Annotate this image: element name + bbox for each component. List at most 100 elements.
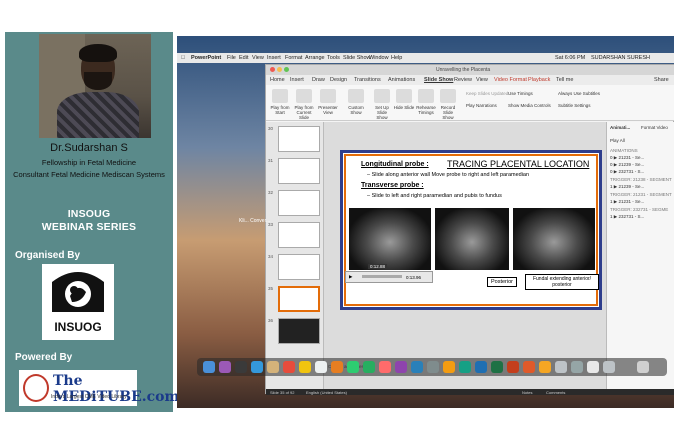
play-from-start-icon[interactable] <box>272 89 288 103</box>
presenter-view-icon[interactable] <box>320 89 336 103</box>
close-window-icon[interactable] <box>270 67 275 72</box>
tab-format-video[interactable]: Format Video <box>641 125 668 130</box>
keep-updated-checkbox[interactable]: Keep Slides Updated <box>466 91 508 96</box>
facetime-icon[interactable] <box>363 361 375 373</box>
menu-arrange[interactable]: Arrange <box>305 55 325 61</box>
finder-icon[interactable] <box>203 361 215 373</box>
menu-slide-show[interactable]: Slide Show <box>343 55 371 61</box>
animation-row[interactable]: 1 ▶ 232731 - S... <box>610 214 644 220</box>
menu-format[interactable]: Format <box>285 55 302 61</box>
tab-design[interactable]: Design <box>330 77 347 83</box>
tab-review[interactable]: Review <box>454 77 472 83</box>
minimize-window-icon[interactable] <box>277 67 282 72</box>
slide-thumbnail[interactable] <box>278 254 320 280</box>
rehearse-button[interactable]: Rehearse Timings <box>415 105 437 115</box>
show-media-controls-checkbox[interactable]: Show Media Controls <box>508 103 551 108</box>
animation-row[interactable]: 0 ▶ 21231 - Se... <box>610 155 644 161</box>
slide-thumbnail[interactable] <box>278 222 320 248</box>
menu-help[interactable]: Help <box>391 55 402 61</box>
tab-transitions[interactable]: Transitions <box>354 77 381 83</box>
photos-icon[interactable] <box>331 361 343 373</box>
calendar-icon[interactable] <box>283 361 295 373</box>
music-icon[interactable] <box>379 361 391 373</box>
hide-slide-icon[interactable] <box>396 89 412 103</box>
tab-view[interactable]: View <box>476 77 488 83</box>
tab-home[interactable]: Home <box>270 77 285 83</box>
subtitles-checkbox[interactable]: Always Use Subtitles <box>558 91 600 96</box>
play-narrations-checkbox[interactable]: Play Narrations <box>466 103 497 108</box>
play-from-start-button[interactable]: Play from Start <box>269 105 291 115</box>
tab-playback[interactable]: Playback <box>528 77 550 83</box>
slide-thumbnail[interactable] <box>278 126 320 152</box>
presenter-view-button[interactable]: Presenter View <box>317 105 339 115</box>
tab-video-format[interactable]: Video Format <box>494 77 527 83</box>
system-preferences-icon[interactable] <box>427 361 439 373</box>
animation-row[interactable]: 0 ▶ 21239 - Se... <box>610 162 644 168</box>
play-current-button[interactable]: Play from Current Slide <box>293 105 315 120</box>
ultrasound-video-2[interactable] <box>435 208 509 270</box>
menu-window[interactable]: Window <box>369 55 389 61</box>
trash-icon[interactable] <box>637 361 649 373</box>
ultrasound-video-1[interactable] <box>349 208 431 270</box>
menu-insert[interactable]: Insert <box>267 55 281 61</box>
play-current-icon[interactable] <box>296 89 312 103</box>
pages-icon[interactable] <box>443 361 455 373</box>
menu-view[interactable]: View <box>252 55 264 61</box>
notes-toggle[interactable]: Notes <box>522 390 532 395</box>
ultrasound-video-3[interactable] <box>513 208 595 270</box>
podcasts-icon[interactable] <box>395 361 407 373</box>
menu-app[interactable]: PowerPoint <box>191 55 221 61</box>
media-scrubber[interactable] <box>362 275 402 278</box>
powerpoint-icon[interactable] <box>507 361 519 373</box>
language[interactable]: English (United States) <box>306 390 347 395</box>
slide-thumbnail[interactable] <box>278 318 320 344</box>
app-store-icon[interactable] <box>411 361 423 373</box>
custom-show-button[interactable]: Custom Show <box>345 105 367 115</box>
document-icon[interactable] <box>587 361 599 373</box>
animation-row[interactable]: 1 ▶ 21239 - Se... <box>610 184 644 190</box>
animation-row[interactable]: 0 ▶ 232731 - S... <box>610 169 644 175</box>
play-all-button[interactable]: Play All <box>610 138 625 143</box>
app-icon[interactable] <box>539 361 551 373</box>
play-icon[interactable]: ▶ <box>349 274 352 280</box>
menu-tools[interactable]: Tools <box>327 55 340 61</box>
safari-icon[interactable] <box>251 361 263 373</box>
animation-row[interactable]: 1 ▶ 21231 - Se... <box>610 199 644 205</box>
record-button[interactable]: Record Slide Show <box>437 105 459 120</box>
slide-thumbnail-selected[interactable] <box>278 286 320 312</box>
word-icon[interactable] <box>475 361 487 373</box>
app-icon[interactable] <box>523 361 535 373</box>
excel-icon[interactable] <box>491 361 503 373</box>
user-name[interactable]: SUDARSHAN SURESH <box>591 55 650 61</box>
slide-thumbnail[interactable] <box>278 190 320 216</box>
apple-icon[interactable]:  <box>181 55 185 61</box>
numbers-icon[interactable] <box>459 361 471 373</box>
tab-animation-pane[interactable]: Animati... <box>610 125 630 130</box>
menu-edit[interactable]: Edit <box>239 55 248 61</box>
record-icon[interactable] <box>440 89 456 103</box>
tab-slide-show[interactable]: Slide Show <box>424 77 453 83</box>
tell-me-field[interactable]: Tell me <box>556 77 573 83</box>
tab-animations[interactable]: Animations <box>388 77 415 83</box>
hide-slide-button[interactable]: Hide Slide <box>393 105 415 110</box>
notes-icon[interactable] <box>299 361 311 373</box>
folder-icon[interactable] <box>571 361 583 373</box>
maximize-window-icon[interactable] <box>284 67 289 72</box>
messages-icon[interactable] <box>347 361 359 373</box>
tab-insert[interactable]: Insert <box>290 77 304 83</box>
siri-icon[interactable] <box>219 361 231 373</box>
rehearse-icon[interactable] <box>418 89 434 103</box>
menu-file[interactable]: File <box>227 55 236 61</box>
subtitle-settings-dropdown[interactable]: Subtitle Settings <box>558 103 591 108</box>
tab-draw[interactable]: Draw <box>312 77 325 83</box>
desktop-file-label[interactable]: Kli... Conver... <box>239 218 270 224</box>
comments-toggle[interactable]: Comments <box>546 390 565 395</box>
setup-show-icon[interactable] <box>374 89 390 103</box>
contacts-icon[interactable] <box>267 361 279 373</box>
current-slide[interactable]: Longitudinal probe : TRACING PLACENTAL L… <box>340 150 602 310</box>
downloads-icon[interactable] <box>603 361 615 373</box>
setup-show-button[interactable]: Set Up Slide Show <box>371 105 393 120</box>
preview-icon[interactable] <box>555 361 567 373</box>
share-button[interactable]: Share <box>654 77 669 83</box>
launchpad-icon[interactable] <box>235 361 247 373</box>
